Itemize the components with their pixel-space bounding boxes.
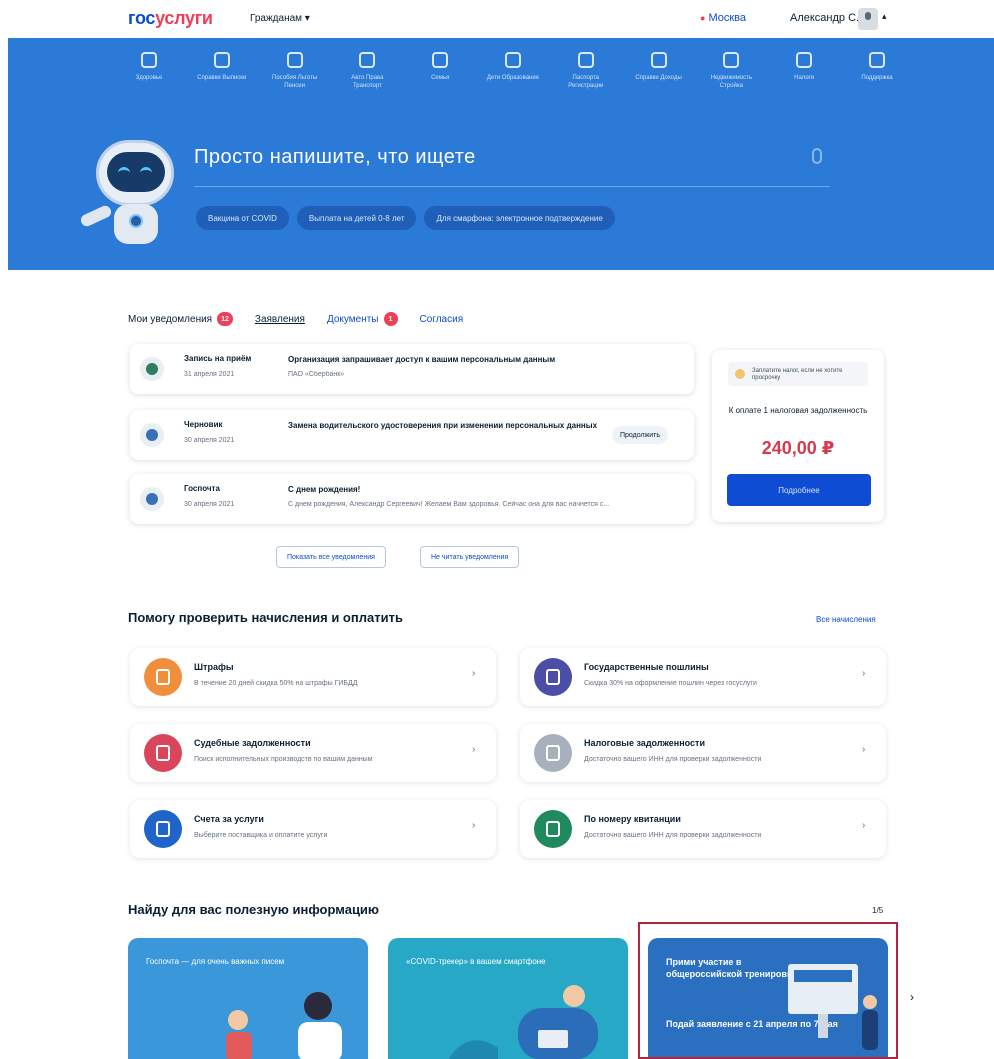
receipt-icon — [534, 810, 572, 848]
chevron-right-icon: › — [472, 820, 476, 831]
category-icon — [650, 52, 667, 68]
chevron-right-icon: › — [862, 744, 866, 755]
category-bar: Здоровье Справки Выписки Пособия Льготы … — [118, 52, 908, 112]
category-icon — [141, 52, 157, 68]
tab-applications[interactable]: Заявления — [255, 314, 305, 325]
unread-badge: 12 — [217, 312, 233, 326]
fine-icon — [144, 658, 182, 696]
tax-pay-button[interactable]: Подробнее — [727, 474, 871, 506]
logo[interactable]: госуслуги — [128, 8, 213, 29]
search-input[interactable]: Просто напишите, что ищете — [194, 146, 476, 169]
category-item[interactable]: Поддержка — [846, 52, 908, 112]
search-underline — [194, 186, 830, 187]
chevron-up-icon[interactable]: ▴ — [882, 11, 887, 22]
suggestion-chip[interactable]: Вакцина от COVID — [196, 206, 289, 230]
payment-card-receipt[interactable]: По номеру квитанции Достаточно вашего ИН… — [520, 800, 886, 858]
payment-card-duties[interactable]: Государственные пошлины Скидка 30% на оф… — [520, 648, 886, 706]
category-icon — [286, 52, 303, 68]
audience-dropdown[interactable]: Гражданам ▾ — [250, 13, 310, 24]
payment-card-bills[interactable]: Счета за услуги Выберите поставщика и оп… — [130, 800, 496, 858]
notification-item[interactable]: Черновик 30 апреля 2021 Замена водительс… — [130, 410, 694, 460]
hero-banner: Здоровье Справки Выписки Пособия Льготы … — [8, 38, 994, 270]
carousel-counter: 1/5 — [872, 906, 884, 915]
payments-title: Помогу проверить начисления и оплатить — [128, 610, 403, 625]
category-item[interactable]: Справки Выписки — [191, 52, 253, 112]
chevron-right-icon[interactable]: › — [910, 990, 914, 1004]
category-icon — [577, 52, 594, 68]
info-tile[interactable]: Госпочта — для очень важных писем — [128, 938, 368, 1059]
category-icon — [796, 52, 813, 68]
chevron-right-icon: › — [862, 668, 866, 679]
show-all-notifications-button[interactable]: Показать все уведомления — [276, 546, 386, 568]
chevron-right-icon: › — [472, 744, 476, 755]
category-icon — [723, 52, 740, 68]
appointment-icon — [140, 357, 164, 381]
tab-consents[interactable]: Согласия — [420, 314, 464, 325]
payment-card-court[interactable]: Судебные задолженности Поиск исполнитель… — [130, 724, 496, 782]
draft-icon — [140, 423, 164, 447]
selected-tile-frame — [638, 922, 898, 1059]
tax-text: К оплате 1 налоговая задолженность — [728, 406, 868, 415]
payment-card-tax[interactable]: Налоговые задолженности Достаточно вашег… — [520, 724, 886, 782]
tax-debt-card: Заплатите налог, если не хотите просрочк… — [712, 350, 884, 522]
duty-icon — [534, 658, 572, 696]
info-tile[interactable]: «COVID-трекер» в вашем смартфоне — [388, 938, 628, 1059]
tax-doc-icon — [534, 734, 572, 772]
notification-item[interactable]: Запись на приём 31 апреля 2021 Организац… — [130, 344, 694, 394]
location-pin-icon: ● — [700, 13, 706, 23]
user-name[interactable]: Александр С. — [790, 12, 859, 24]
suggestion-chip[interactable]: Для смарфона: электронное подтверждение — [424, 206, 615, 230]
category-icon — [213, 52, 230, 68]
city-selector[interactable]: ● Москва — [700, 12, 746, 24]
tab-notifications[interactable]: Мои уведомления 12 — [128, 312, 233, 326]
chevron-right-icon: › — [862, 820, 866, 831]
tax-amount: 240,00 ₽ — [761, 438, 835, 458]
info-title: Найду для вас полезную информацию — [128, 902, 380, 917]
tax-hint: Заплатите налог, если не хотите просрочк… — [728, 362, 868, 386]
category-item[interactable]: Пособия Льготы Пенсии — [264, 52, 326, 112]
category-icon — [432, 52, 449, 68]
category-icon — [868, 52, 885, 68]
category-item[interactable]: Здоровье — [118, 52, 180, 112]
avatar[interactable] — [858, 8, 878, 30]
tab-documents[interactable]: Документы 1 — [327, 312, 398, 326]
scales-icon — [144, 734, 182, 772]
category-item[interactable]: Налоги — [773, 52, 835, 112]
category-item[interactable]: Справки Доходы — [628, 52, 690, 112]
continue-button[interactable]: Продолжить — [612, 426, 669, 444]
documents-badge: 1 — [383, 312, 398, 326]
bill-icon — [144, 810, 182, 848]
category-item[interactable]: Дети Образование — [482, 52, 544, 112]
gospochta-icon — [140, 487, 164, 511]
category-item[interactable]: Семья — [409, 52, 471, 112]
payment-card-fines[interactable]: Штрафы В течение 20 дней скидка 50% на ш… — [130, 648, 496, 706]
notification-tabs: Мои уведомления 12 Заявления Документы 1 С… — [128, 312, 485, 326]
notification-item[interactable]: Госпочта 30 апреля 2021 С днем рождения!… — [130, 474, 694, 524]
category-icon — [504, 52, 521, 68]
chevron-right-icon: › — [472, 668, 476, 679]
robot-assistant-icon — [76, 140, 188, 264]
suggestion-chip[interactable]: Выплата на детей 0-8 лет — [296, 206, 417, 230]
category-item[interactable]: Недвижимость Стройка — [700, 52, 762, 112]
category-item[interactable]: Авто Права Транспорт — [336, 52, 398, 112]
tile-illustration — [448, 985, 598, 1059]
all-charges-link[interactable]: Все начисления — [816, 615, 876, 624]
mark-read-button[interactable]: Не читать уведомления — [420, 546, 520, 568]
category-item[interactable]: Паспорта Регистрации — [555, 52, 617, 112]
microphone-icon[interactable] — [812, 148, 822, 164]
tile-illustration — [226, 992, 342, 1059]
search-suggestions: Вакцина от COVID Выплата на детей 0-8 ле… — [196, 206, 615, 230]
top-bar: госуслуги Гражданам ▾ ● Москва Александр … — [0, 0, 994, 38]
category-icon — [359, 52, 376, 68]
